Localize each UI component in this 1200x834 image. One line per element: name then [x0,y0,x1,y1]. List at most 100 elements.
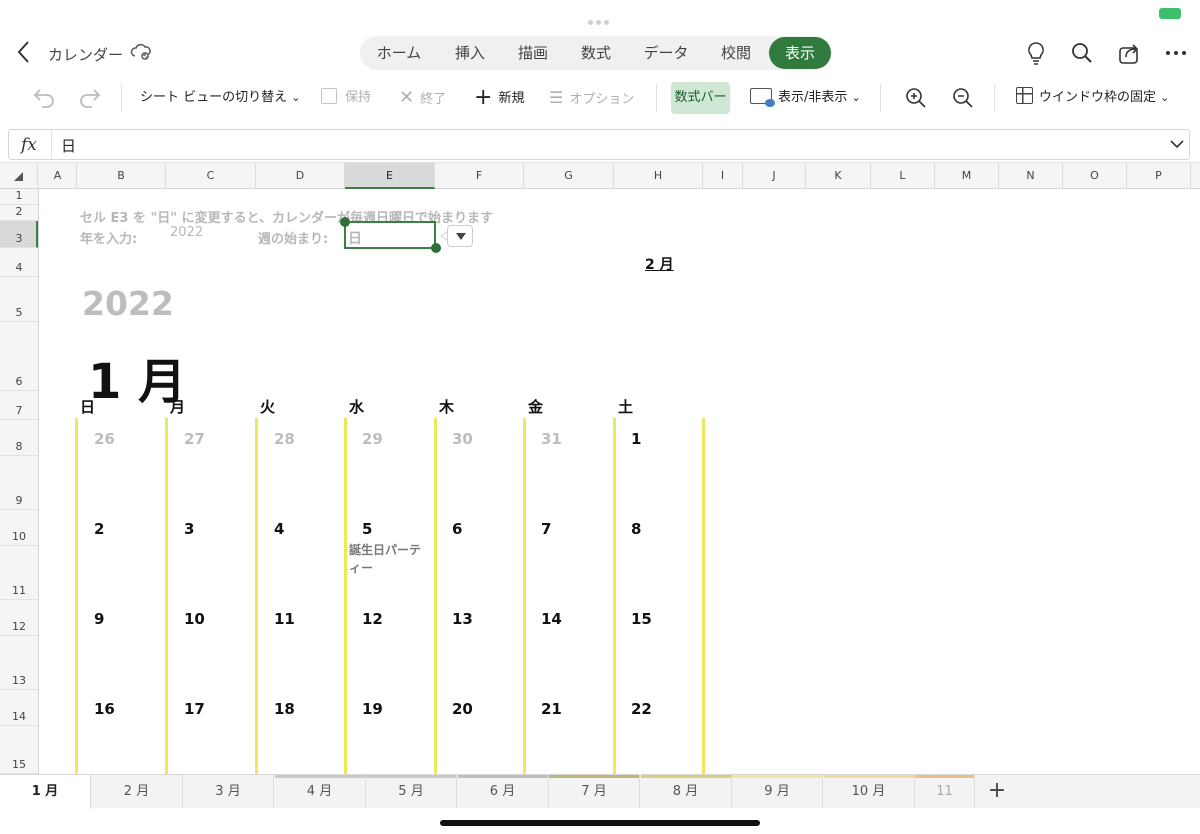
sheet-tab[interactable]: 3 月 [183,775,274,808]
calendar-day[interactable]: 13 [452,610,473,628]
sheet-tab[interactable]: 7 月 [549,775,640,808]
show-hide-button[interactable]: 表示/非表示 ⌄ [750,86,861,110]
column-header-g[interactable]: G [524,163,614,189]
sheet-view-switch[interactable]: シート ビューの切り替え ⌄ [140,86,301,110]
calendar-day[interactable]: 20 [452,700,473,718]
row-header-13[interactable]: 13 [0,636,38,690]
calendar-day[interactable]: 2 [94,520,104,538]
column-header-c[interactable]: C [166,163,256,189]
row-header-8[interactable]: 8 [0,420,38,456]
column-header-p[interactable]: P [1127,163,1191,189]
calendar-day[interactable]: 28 [274,430,295,448]
row-header-11[interactable]: 11 [0,546,38,600]
calendar-day[interactable]: 11 [274,610,295,628]
calendar-day[interactable]: 1 [631,430,641,448]
tab-home[interactable]: ホーム [368,36,430,70]
tab-view[interactable]: 表示 [769,37,831,69]
calendar-day[interactable]: 9 [94,610,104,628]
calendar-day[interactable]: 3 [184,520,194,538]
row-header-12[interactable]: 12 [0,600,38,636]
calendar-day[interactable]: 8 [631,520,641,538]
next-month-link[interactable]: 2 月 [645,254,674,274]
row-header-3[interactable]: 3 [0,221,38,248]
home-indicator[interactable] [440,820,760,826]
formula-bar-toggle[interactable]: 数式バー [671,82,730,114]
exit-button[interactable]: ✕ 終了 [399,86,446,110]
sheet-tab[interactable]: 11 [915,775,975,808]
row-header-2[interactable]: 2 [0,205,38,221]
calendar-day[interactable]: 15 [631,610,652,628]
column-header-l[interactable]: L [871,163,935,189]
calendar-day[interactable]: 31 [541,430,562,448]
column-header-d[interactable]: D [256,163,345,189]
sheet-tab[interactable]: 4 月 [274,775,366,808]
row-header-1[interactable]: 1 [0,189,38,205]
year-input-cell[interactable]: 2022 [170,225,203,240]
calendar-day[interactable]: 6 [452,520,462,538]
calendar-day[interactable]: 19 [362,700,383,718]
calendar-day[interactable]: 22 [631,700,652,718]
document-title[interactable]: カレンダー [48,44,123,65]
calendar-day[interactable]: 30 [452,430,473,448]
sheet-tab[interactable]: 6 月 [457,775,549,808]
row-header-4[interactable]: 4 [0,248,38,277]
sheet-tab[interactable]: 1 月 [0,775,91,809]
row-header-9[interactable]: 9 [0,456,38,510]
back-button[interactable] [14,38,36,68]
new-button[interactable]: + 新規 [474,86,524,110]
column-header-i[interactable]: I [703,163,743,189]
row-header-10[interactable]: 10 [0,510,38,546]
row-header-5[interactable]: 5 [0,277,38,322]
lightbulb-icon[interactable] [1024,40,1050,66]
search-icon[interactable] [1070,40,1096,66]
selection-handle-bottom[interactable] [431,243,441,253]
selection-handle-top[interactable] [340,217,350,227]
calendar-day[interactable]: 21 [541,700,562,718]
row-header-7[interactable]: 7 [0,391,38,420]
column-header-o[interactable]: O [1063,163,1127,189]
options-button[interactable]: ☰ オプション [549,86,634,110]
keep-button[interactable]: 保持 [321,86,371,110]
calendar-day[interactable]: 18 [274,700,295,718]
row-header-6[interactable]: 6 [0,322,38,391]
column-header-m[interactable]: M [935,163,999,189]
calendar-day[interactable]: 17 [184,700,205,718]
calendar-day[interactable]: 10 [184,610,205,628]
event-note[interactable]: 誕生日パーティー [349,541,429,577]
calendar-day[interactable]: 7 [541,520,551,538]
redo-icon[interactable] [78,84,102,108]
calendar-day[interactable]: 4 [274,520,284,538]
column-header-e[interactable]: E [345,163,435,189]
column-header-f[interactable]: F [435,163,524,189]
sheet-tab[interactable]: 5 月 [366,775,457,808]
tab-insert[interactable]: 挿入 [440,36,500,70]
tab-data[interactable]: データ [636,36,696,70]
undo-icon[interactable] [32,84,56,108]
column-header-k[interactable]: K [806,163,871,189]
column-header-j[interactable]: J [743,163,806,189]
row-header-15[interactable]: 15 [0,726,38,774]
week-start-dropdown-button[interactable] [447,225,473,247]
select-all-corner[interactable] [0,163,38,189]
formula-input[interactable]: 日 [61,135,76,156]
calendar-day[interactable]: 27 [184,430,205,448]
share-icon[interactable] [1117,40,1143,66]
calendar-day[interactable]: 5 [362,520,372,538]
calendar-day[interactable]: 14 [541,610,562,628]
column-header-n[interactable]: N [999,163,1063,189]
fx-icon[interactable]: fx [21,135,45,155]
zoom-out-icon[interactable] [951,84,975,108]
calendar-day[interactable]: 16 [94,700,115,718]
sheet-tab[interactable]: 9 月 [732,775,823,808]
cloud-saved-icon[interactable] [130,42,152,62]
tab-formulas[interactable]: 数式 [568,36,624,70]
add-sheet-button[interactable]: + [977,775,1017,808]
multitasking-dots[interactable] [588,10,612,25]
column-header-a[interactable]: A [39,163,77,189]
column-header-b[interactable]: B [77,163,166,189]
column-header-h[interactable]: H [614,163,703,189]
more-icon[interactable] [1164,40,1190,66]
calendar-day[interactable]: 29 [362,430,383,448]
calendar-day[interactable]: 26 [94,430,115,448]
tab-review[interactable]: 校閲 [708,36,764,70]
